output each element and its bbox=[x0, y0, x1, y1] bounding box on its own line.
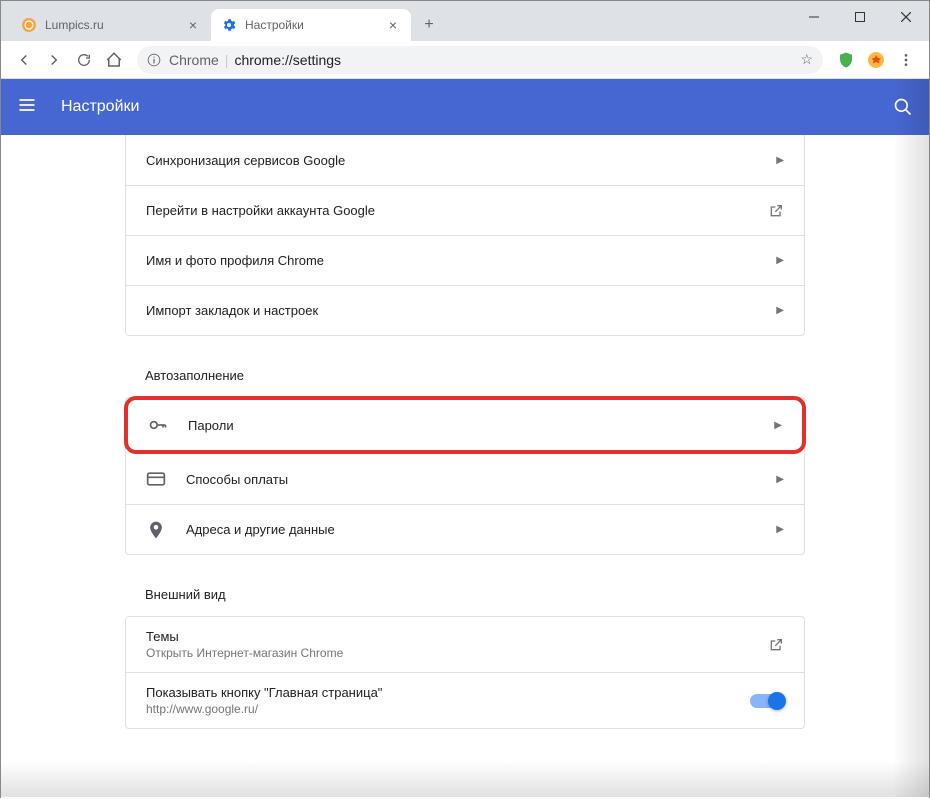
section-autofill-title: Автозаполнение bbox=[125, 344, 805, 397]
address-prefix: Chrome bbox=[169, 52, 219, 68]
minimize-button[interactable] bbox=[791, 1, 837, 33]
close-button[interactable] bbox=[883, 1, 929, 33]
settings-content[interactable]: Синхронизация сервисов Google ▶ Перейти … bbox=[1, 135, 929, 799]
section-appearance-title: Внешний вид bbox=[125, 563, 805, 616]
back-button[interactable] bbox=[9, 45, 39, 75]
tab-lumpics[interactable]: Lumpics.ru × bbox=[11, 9, 211, 41]
site-info-icon bbox=[147, 53, 161, 67]
forward-button[interactable] bbox=[39, 45, 69, 75]
row-home-button[interactable]: Показывать кнопку "Главная страница" htt… bbox=[126, 672, 804, 728]
window-controls bbox=[791, 1, 929, 33]
row-passwords[interactable]: Пароли ▶ bbox=[128, 400, 802, 450]
external-link-icon bbox=[768, 203, 784, 219]
settings-header: Настройки bbox=[1, 79, 929, 135]
row-themes[interactable]: Темы Открыть Интернет-магазин Chrome bbox=[126, 617, 804, 672]
maximize-button[interactable] bbox=[837, 1, 883, 33]
chevron-right-icon: ▶ bbox=[774, 420, 782, 431]
extension-shield-icon[interactable] bbox=[831, 45, 861, 75]
menu-icon[interactable] bbox=[17, 95, 41, 119]
row-profile-name[interactable]: Имя и фото профиля Chrome ▶ bbox=[126, 235, 804, 285]
row-addresses[interactable]: Адреса и другие данные ▶ bbox=[126, 504, 804, 554]
credit-card-icon bbox=[146, 469, 166, 489]
home-button[interactable] bbox=[99, 45, 129, 75]
chevron-right-icon: ▶ bbox=[776, 474, 784, 485]
window-titlebar: Lumpics.ru × Настройки × + bbox=[1, 1, 929, 41]
chevron-right-icon: ▶ bbox=[776, 305, 784, 316]
browser-toolbar: Chrome | chrome://settings ☆ bbox=[1, 41, 929, 79]
row-payment-methods[interactable]: Способы оплаты ▶ bbox=[126, 454, 804, 504]
extension-icon[interactable] bbox=[861, 45, 891, 75]
favicon-lumpics bbox=[21, 17, 37, 33]
tab-close-icon[interactable]: × bbox=[385, 17, 401, 33]
row-sync-google[interactable]: Синхронизация сервисов Google ▶ bbox=[126, 135, 804, 185]
toggle-home-button[interactable] bbox=[750, 694, 784, 708]
search-icon[interactable] bbox=[893, 97, 913, 117]
tab-close-icon[interactable]: × bbox=[185, 17, 201, 33]
address-url: chrome://settings bbox=[234, 52, 341, 68]
key-icon bbox=[148, 415, 168, 435]
star-icon[interactable]: ☆ bbox=[800, 51, 813, 68]
chevron-right-icon: ▶ bbox=[776, 255, 784, 266]
row-import-bookmarks[interactable]: Импорт закладок и настроек ▶ bbox=[126, 285, 804, 335]
chevron-right-icon: ▶ bbox=[776, 524, 784, 535]
tab-title: Настройки bbox=[245, 18, 385, 32]
gear-icon bbox=[221, 17, 237, 33]
tab-title: Lumpics.ru bbox=[45, 18, 185, 32]
page-title: Настройки bbox=[61, 98, 139, 116]
reload-button[interactable] bbox=[69, 45, 99, 75]
row-google-account[interactable]: Перейти в настройки аккаунта Google bbox=[126, 185, 804, 235]
location-icon bbox=[146, 520, 166, 540]
new-tab-button[interactable]: + bbox=[415, 11, 443, 39]
chevron-right-icon: ▶ bbox=[776, 155, 784, 166]
tab-settings[interactable]: Настройки × bbox=[211, 9, 411, 41]
menu-button[interactable] bbox=[891, 45, 921, 75]
address-bar[interactable]: Chrome | chrome://settings ☆ bbox=[137, 46, 823, 74]
external-link-icon bbox=[768, 637, 784, 653]
